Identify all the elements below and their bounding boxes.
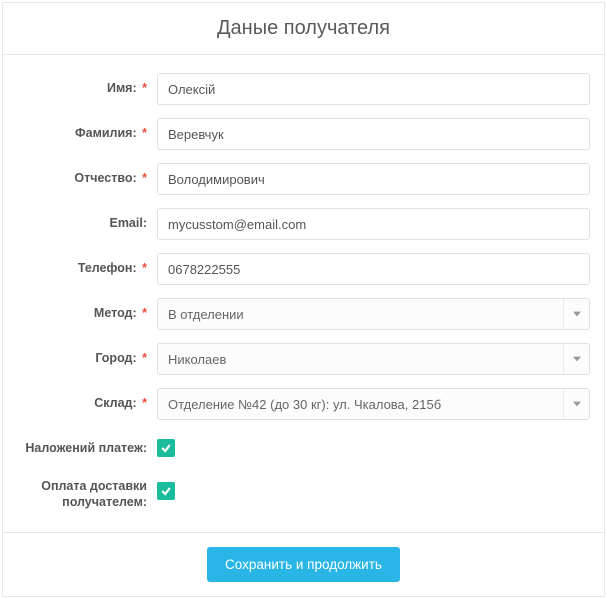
label-text: Имя: <box>107 81 137 95</box>
label-pay-by-recipient: Оплата доставки получателем: <box>17 476 157 511</box>
label-text: Телефон: <box>78 261 137 275</box>
label-text: Метод: <box>94 306 137 320</box>
cod-checkbox[interactable] <box>157 439 175 457</box>
required-marker: * <box>142 126 147 140</box>
label-phone: Телефон: * <box>17 253 157 283</box>
warehouse-select-value: Отделение №42 (до 30 кг): ул. Чкалова, 2… <box>168 397 441 412</box>
phone-input[interactable] <box>157 253 590 285</box>
row-cod: Наложений платеж: <box>17 433 590 463</box>
label-cod: Наложений платеж: <box>17 433 157 463</box>
label-patronymic: Отчество: * <box>17 163 157 193</box>
label-city: Город: * <box>17 343 157 373</box>
save-continue-button[interactable]: Сохранить и продолжить <box>207 547 400 582</box>
caret-down-icon <box>563 344 589 374</box>
row-patronymic: Отчество: * <box>17 163 590 195</box>
label-text: Email: <box>109 216 147 230</box>
check-icon <box>160 485 172 497</box>
label-email: Email: <box>17 208 157 238</box>
panel-footer: Сохранить и продолжить <box>3 532 604 596</box>
label-text: Склад: <box>94 396 136 410</box>
label-text: Город: <box>95 351 136 365</box>
form-body: Имя: * Фамилия: * Отчество: * <box>3 55 604 532</box>
row-first-name: Имя: * <box>17 73 590 105</box>
last-name-input[interactable] <box>157 118 590 150</box>
row-method: Метод: * В отделении <box>17 298 590 330</box>
pay-by-recipient-checkbox[interactable] <box>157 482 175 500</box>
city-select[interactable]: Николаев <box>157 343 590 375</box>
required-marker: * <box>142 81 147 95</box>
required-marker: * <box>142 261 147 275</box>
required-marker: * <box>142 306 147 320</box>
method-select-value: В отделении <box>168 307 244 322</box>
label-last-name: Фамилия: * <box>17 118 157 148</box>
row-phone: Телефон: * <box>17 253 590 285</box>
row-warehouse: Склад: * Отделение №42 (до 30 кг): ул. Ч… <box>17 388 590 420</box>
row-pay-by-recipient: Оплата доставки получателем: <box>17 476 590 511</box>
row-city: Город: * Николаев <box>17 343 590 375</box>
caret-down-icon <box>563 389 589 419</box>
label-text: Отчество: <box>74 171 136 185</box>
patronymic-input[interactable] <box>157 163 590 195</box>
first-name-input[interactable] <box>157 73 590 105</box>
required-marker: * <box>142 351 147 365</box>
city-select-value: Николаев <box>168 352 226 367</box>
label-text: Фамилия: <box>75 126 137 140</box>
label-method: Метод: * <box>17 298 157 328</box>
required-marker: * <box>142 171 147 185</box>
page-title: Даные получателя <box>3 3 604 55</box>
label-warehouse: Склад: * <box>17 388 157 418</box>
row-last-name: Фамилия: * <box>17 118 590 150</box>
row-email: Email: <box>17 208 590 240</box>
check-icon <box>160 442 172 454</box>
method-select[interactable]: В отделении <box>157 298 590 330</box>
required-marker: * <box>142 396 147 410</box>
label-first-name: Имя: * <box>17 73 157 103</box>
warehouse-select[interactable]: Отделение №42 (до 30 кг): ул. Чкалова, 2… <box>157 388 590 420</box>
recipient-panel: Даные получателя Имя: * Фамилия: * Отчес… <box>2 2 605 597</box>
email-input[interactable] <box>157 208 590 240</box>
caret-down-icon <box>563 299 589 329</box>
